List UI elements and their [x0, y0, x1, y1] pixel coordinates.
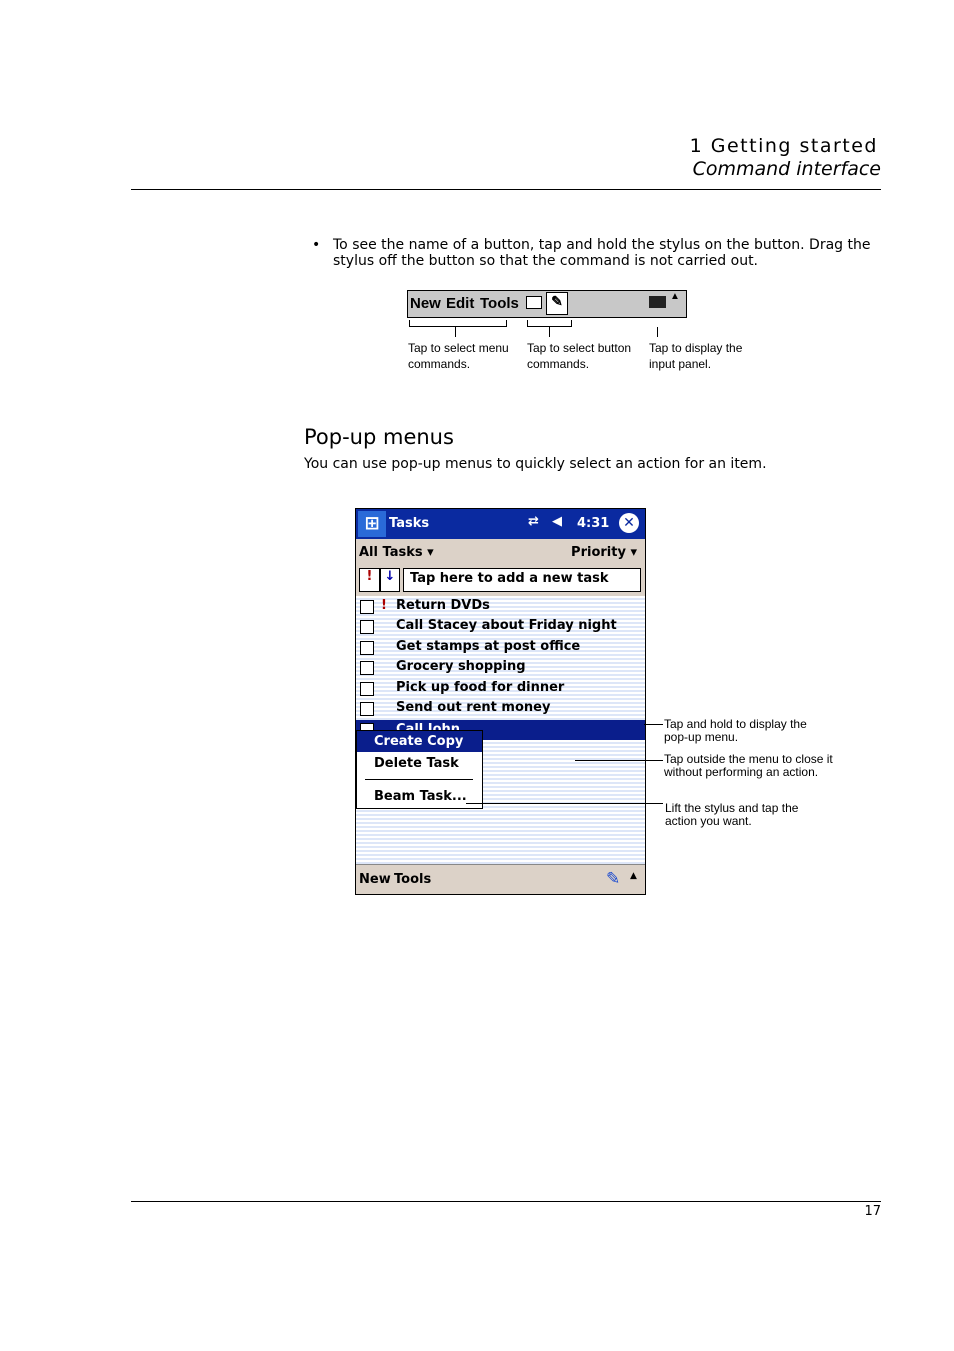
checkbox[interactable] [360, 702, 374, 716]
up-arrow-icon[interactable]: ▲ [630, 871, 637, 881]
priority-icon: ! [381, 598, 387, 613]
keyboard-input-icon[interactable] [526, 296, 542, 309]
keyboard-icon[interactable] [649, 296, 666, 308]
menu-item-beam-task[interactable]: Beam Task... [357, 786, 482, 807]
popup-menu: Create Copy Delete Task Beam Task... [356, 730, 483, 809]
task-label: Pick up food for dinner [396, 680, 565, 695]
callout-line [575, 760, 663, 761]
callout-line [644, 724, 663, 725]
task-row[interactable]: Get stamps at post office [356, 638, 645, 658]
clock[interactable]: 4:31 [577, 516, 609, 531]
menu-item-delete-task[interactable]: Delete Task [357, 753, 482, 774]
pen-icon[interactable]: ✎ [606, 869, 620, 889]
manual-page: 1 Getting started Command interface • To… [0, 0, 954, 1351]
bracket-stem [549, 327, 550, 337]
bullet-marker: • [312, 237, 321, 253]
close-icon[interactable]: ✕ [619, 513, 639, 533]
task-row[interactable]: Send out rent money [356, 699, 645, 719]
checkbox[interactable] [360, 641, 374, 655]
device-screen: ⊞ Tasks ⇄ ◀ 4:31 ✕ All Tasks ▾ Priority … [355, 508, 646, 895]
connectivity-icon[interactable]: ⇄ [528, 514, 539, 529]
annotation-lift: Lift the stylus and tap the action you w… [665, 801, 799, 828]
annotation-close: Tap outside the menu to close it without… [664, 752, 833, 779]
bracket-stem [657, 327, 658, 337]
sort-label: Priority [571, 545, 626, 560]
intro-text: You can use pop-up menus to quickly sele… [304, 456, 767, 472]
checkbox[interactable] [360, 682, 374, 696]
priority-icon[interactable]: ! [359, 568, 380, 592]
checkbox[interactable] [360, 661, 374, 675]
task-label: Call Stacey about Friday night [396, 618, 617, 633]
start-icon[interactable]: ⊞ [358, 511, 386, 537]
up-arrow-icon[interactable]: ▲ [670, 291, 680, 302]
task-label: Get stamps at post office [396, 639, 581, 654]
filter-dropdown[interactable]: All Tasks ▾ [359, 545, 434, 560]
menu-new[interactable]: New [410, 295, 441, 312]
task-row[interactable]: Pick up food for dinner [356, 679, 645, 699]
command-bar: New Edit Tools ✎ ▲ [407, 290, 687, 318]
menu-tools[interactable]: Tools [394, 872, 431, 887]
section-heading: Pop-up menus [304, 425, 454, 449]
menu-edit[interactable]: Edit [446, 295, 474, 312]
volume-icon[interactable]: ◀ [552, 514, 562, 529]
filter-label: All Tasks [359, 545, 423, 560]
caption-menus: Tap to select menu commands. [408, 341, 509, 371]
task-row[interactable]: Call Stacey about Friday night [356, 617, 645, 637]
task-label: Send out rent money [396, 700, 551, 715]
filter-bar: All Tasks ▾ Priority ▾ ! ↓ Tap here to a… [356, 539, 645, 596]
menu-tools[interactable]: Tools [480, 295, 519, 312]
caption-buttons: Tap to select button commands. [527, 341, 632, 371]
header-rule [131, 189, 881, 190]
bullet-text: To see the name of a button, tap and hol… [333, 237, 871, 269]
bottom-bar: New Tools ✎ ▲ [356, 864, 645, 894]
pen-icon[interactable]: ✎ [546, 292, 568, 315]
menu-separator [365, 779, 473, 780]
footer-rule [131, 1201, 881, 1202]
task-list: ! Return DVDs Call Stacey about Friday ni… [356, 596, 645, 864]
bracket-stem [455, 327, 456, 337]
task-label: Return DVDs [396, 598, 490, 613]
task-label: Grocery shopping [396, 659, 526, 674]
page-number: 17 [864, 1204, 881, 1219]
caption-input: Tap to display the input panel. [649, 341, 743, 371]
chapter-title: 1 Getting started [689, 135, 878, 157]
callout-line [466, 803, 663, 804]
checkbox[interactable] [360, 600, 374, 614]
menu-item-create-copy[interactable]: Create Copy [357, 731, 482, 752]
sort-arrow-icon[interactable]: ↓ [380, 568, 400, 592]
annotation-hold: Tap and hold to display the pop-up menu. [664, 717, 807, 744]
bracket-buttons [527, 320, 572, 327]
sort-dropdown[interactable]: Priority ▾ [571, 545, 637, 560]
task-row[interactable]: Grocery shopping [356, 658, 645, 678]
section-title: Command interface [692, 158, 881, 180]
bracket-menus [409, 320, 507, 327]
task-row[interactable]: ! Return DVDs [356, 597, 645, 617]
new-task-input[interactable]: Tap here to add a new task [403, 568, 641, 592]
title-bar: ⊞ Tasks ⇄ ◀ 4:31 ✕ [356, 509, 645, 539]
menu-new[interactable]: New [359, 872, 391, 887]
app-title: Tasks [389, 516, 430, 531]
checkbox[interactable] [360, 620, 374, 634]
